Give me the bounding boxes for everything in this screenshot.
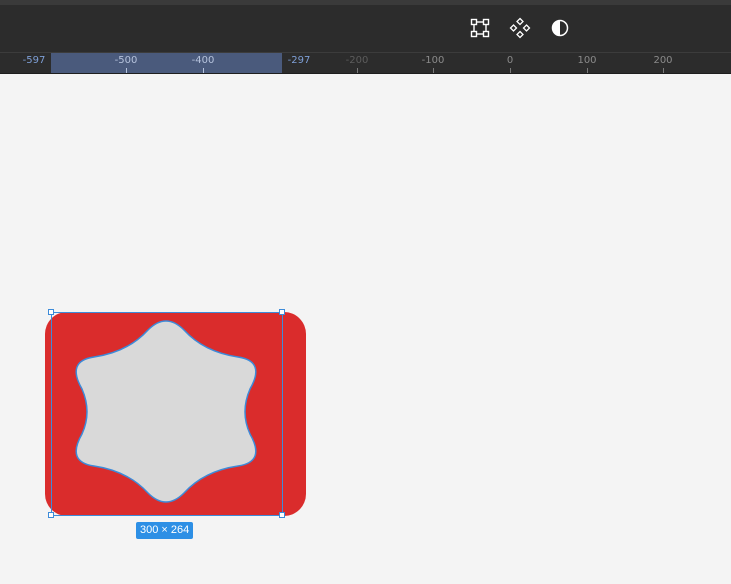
half-circle-contrast-icon [548,16,572,40]
ruler-tick [587,68,588,73]
ruler-selection-range [51,53,282,73]
ruler-label: 200 [653,55,673,66]
resize-handle-bottom-right[interactable] [279,512,285,518]
ruler-label: -500 [114,55,138,66]
component-tool-button[interactable] [508,16,532,40]
resize-handle-bottom-left[interactable] [48,512,54,518]
ruler-tick [510,68,511,73]
canvas-artwork [45,312,306,516]
ruler-tick [203,68,204,73]
ruler-selection-end-label: -297 [287,55,311,66]
ruler-selection-start-label: -597 [22,55,46,66]
ruler-label: -200 [345,55,369,66]
selection-size-badge: 300 × 264 [136,522,194,539]
ruler-tick [357,68,358,73]
contrast-tool-button[interactable] [548,16,572,40]
horizontal-ruler: -597 -500 -400 -297 -200 -100 0 100 200 [0,53,731,74]
bounding-box-icon [468,16,492,40]
ruler-label: 100 [577,55,597,66]
top-toolbar [0,5,731,53]
ruler-tick [433,68,434,73]
resize-handle-top-right[interactable] [279,309,285,315]
ruler-label: -100 [421,55,445,66]
ruler-tick [663,68,664,73]
component-diamond-icon [508,16,532,40]
ruler-label: 0 [506,55,514,66]
design-canvas[interactable]: 300 × 264 [0,74,731,584]
transform-tool-button[interactable] [468,16,492,40]
resize-handle-top-left[interactable] [48,309,54,315]
ruler-label: -400 [191,55,215,66]
ruler-tick [126,68,127,73]
